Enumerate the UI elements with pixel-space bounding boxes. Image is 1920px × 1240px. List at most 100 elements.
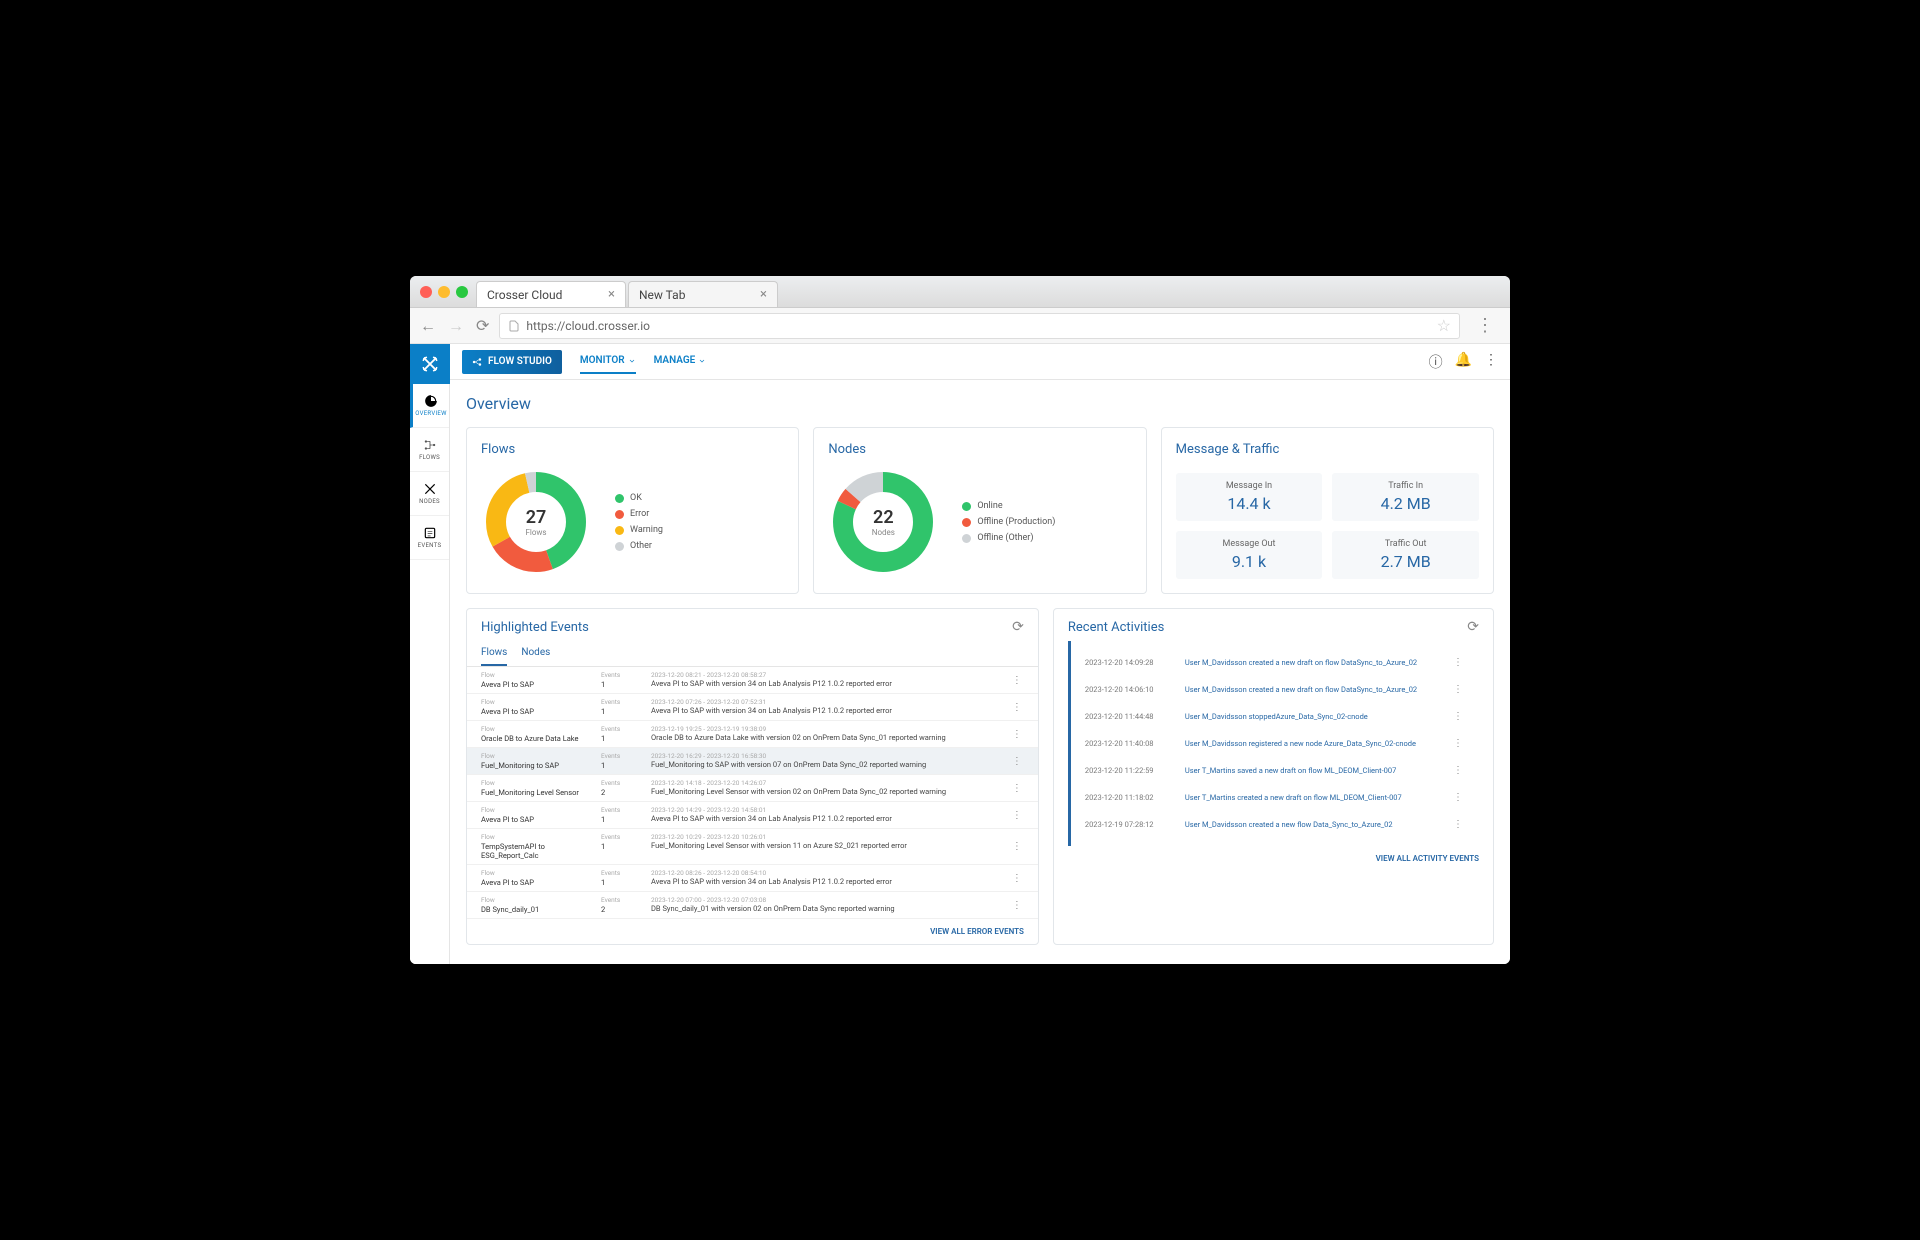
sidebar-item-overview[interactable]: OVERVIEW [410, 384, 449, 428]
more-icon[interactable]: ⋮ [1451, 711, 1465, 722]
event-time: 2023-12-20 07:00 - 2023-12-20 07:03:08 [651, 896, 1010, 904]
browser-tab[interactable]: Crosser Cloud× [476, 281, 626, 307]
more-icon[interactable]: ⋮ [1451, 657, 1465, 668]
event-time: 2023-12-20 07:26 - 2023-12-20 07:52:31 [651, 698, 1010, 706]
event-events-header: Events [601, 869, 651, 877]
event-row[interactable]: FlowOracle DB to Azure Data Lake Events1… [467, 721, 1038, 748]
flow-studio-button[interactable]: FLOW STUDIO [462, 350, 562, 374]
minimize-window-icon[interactable] [438, 286, 450, 298]
more-icon[interactable]: ⋮ [1451, 819, 1465, 830]
browser-tab[interactable]: New Tab× [628, 281, 778, 307]
activity-row[interactable]: 2023-12-20 14:09:28User M_Davidsson crea… [1085, 649, 1465, 676]
activity-row[interactable]: 2023-12-20 11:18:02User T_Martins create… [1085, 784, 1465, 811]
event-flow-header: Flow [481, 752, 601, 760]
close-icon[interactable]: × [608, 287, 615, 302]
refresh-icon[interactable]: ⟳ [1467, 619, 1479, 635]
bookmark-icon[interactable]: ☆ [1437, 316, 1451, 335]
event-row[interactable]: FlowAveva PI to SAP Events1 2023-12-20 0… [467, 865, 1038, 892]
close-icon[interactable]: × [760, 287, 767, 302]
logo[interactable] [410, 344, 450, 384]
activity-desc: User M_Davidsson stoppedAzure_Data_Sync_… [1185, 712, 1451, 721]
sidebar-item-label: FLOWS [419, 454, 440, 461]
sidebar-item-nodes[interactable]: NODES [410, 472, 449, 516]
event-desc: Aveva PI to SAP with version 34 on Lab A… [651, 814, 1010, 823]
addressbar: ← → ⟳ https://cloud.crosser.io ☆ ⋮ [410, 308, 1510, 344]
activity-row[interactable]: 2023-12-19 07:28:12User M_Davidsson crea… [1085, 811, 1465, 838]
event-row[interactable]: FlowAveva PI to SAP Events1 2023-12-20 0… [467, 667, 1038, 694]
browser-tabs: Crosser Cloud×New Tab× [476, 276, 780, 307]
event-desc: Fuel_Monitoring to SAP with version 07 o… [651, 760, 1010, 769]
more-icon[interactable]: ⋮ [1010, 752, 1024, 770]
event-row[interactable]: FlowDB Sync_daily_01 Events2 2023-12-20 … [467, 892, 1038, 919]
sidebar-item-flows[interactable]: FLOWS [410, 428, 449, 472]
event-flow-name: Aveva PI to SAP [481, 815, 601, 824]
more-icon[interactable]: ⋮ [1451, 792, 1465, 803]
legend-dot [962, 534, 971, 543]
browser-menu-icon[interactable]: ⋮ [1470, 315, 1500, 336]
more-icon[interactable]: ⋮ [1010, 698, 1024, 716]
forward-icon[interactable]: → [448, 316, 464, 336]
sub-tab-nodes[interactable]: Nodes [521, 641, 550, 666]
event-row[interactable]: FlowTempSystemAPI to ESG_Report_Calc Eve… [467, 829, 1038, 865]
activity-row[interactable]: 2023-12-20 11:40:08User M_Davidsson regi… [1085, 730, 1465, 757]
flow-icon [423, 438, 437, 452]
metric-box: Message Out9.1 k [1176, 531, 1323, 579]
event-row[interactable]: FlowFuel_Monitoring to SAP Events1 2023-… [467, 748, 1038, 775]
activity-time: 2023-12-20 11:40:08 [1085, 739, 1185, 748]
activities-footer-link[interactable]: VIEW ALL ACTIVITY EVENTS [1054, 846, 1493, 871]
sub-tab-flows[interactable]: Flows [481, 641, 507, 666]
legend-item: Online [962, 501, 1055, 511]
events-list[interactable]: FlowAveva PI to SAP Events1 2023-12-20 0… [467, 667, 1038, 919]
maximize-window-icon[interactable] [456, 286, 468, 298]
url-field[interactable]: https://cloud.crosser.io ☆ [499, 313, 1460, 339]
event-events-header: Events [601, 806, 651, 814]
more-icon[interactable]: ⋮ [1010, 869, 1024, 887]
sidebar-item-label: NODES [419, 498, 440, 505]
activities-panel-title: Recent Activities [1068, 620, 1164, 635]
legend-label: Offline (Other) [977, 533, 1033, 543]
event-flow-name: Fuel_Monitoring Level Sensor [481, 788, 601, 797]
more-icon[interactable]: ⋮ [1010, 833, 1024, 860]
event-flow-header: Flow [481, 896, 601, 904]
more-icon[interactable]: ⋮ [1010, 725, 1024, 743]
notifications-icon[interactable]: 🔔 [1455, 352, 1472, 372]
event-flow-header: Flow [481, 806, 601, 814]
metric-label: Message In [1184, 481, 1315, 491]
event-count: 1 [601, 878, 651, 887]
legend-label: Offline (Production) [977, 517, 1055, 527]
more-icon[interactable]: ⋮ [1010, 779, 1024, 797]
nav-manage[interactable]: MANAGE [654, 349, 707, 374]
events-footer-link[interactable]: VIEW ALL ERROR EVENTS [467, 919, 1038, 944]
nodes-legend: Online Offline (Production) Offline (Other… [962, 501, 1055, 543]
more-icon[interactable]: ⋮ [1010, 806, 1024, 824]
more-icon[interactable]: ⋮ [1451, 738, 1465, 749]
event-time: 2023-12-20 14:29 - 2023-12-20 14:58:01 [651, 806, 1010, 814]
app-menu-icon[interactable]: ⋮ [1484, 352, 1498, 372]
topbar-nav: MONITOR MANAGE [580, 349, 706, 374]
more-icon[interactable]: ⋮ [1010, 671, 1024, 689]
help-icon[interactable]: ⓘ [1429, 352, 1443, 372]
event-row[interactable]: FlowFuel_Monitoring Level Sensor Events2… [467, 775, 1038, 802]
event-flow-header: Flow [481, 869, 601, 877]
refresh-icon[interactable]: ⟳ [1012, 619, 1024, 635]
browser-window: Crosser Cloud×New Tab× ← → ⟳ https://clo… [410, 276, 1510, 964]
topbar-right: ⓘ 🔔 ⋮ [1429, 352, 1498, 372]
event-events-header: Events [601, 671, 651, 679]
more-icon[interactable]: ⋮ [1451, 765, 1465, 776]
close-window-icon[interactable] [420, 286, 432, 298]
sidebar-item-events[interactable]: EVENTS [410, 516, 449, 560]
activity-row[interactable]: 2023-12-20 11:44:48User M_Davidsson stop… [1085, 703, 1465, 730]
more-icon[interactable]: ⋮ [1010, 896, 1024, 914]
back-icon[interactable]: ← [420, 316, 436, 336]
legend-label: Error [630, 509, 649, 519]
event-time: 2023-12-20 14:18 - 2023-12-20 14:26:07 [651, 779, 1010, 787]
more-icon[interactable]: ⋮ [1451, 684, 1465, 695]
nav-label: MONITOR [580, 355, 625, 366]
nav-monitor[interactable]: MONITOR [580, 349, 636, 374]
activity-row[interactable]: 2023-12-20 11:22:59User T_Martins saved … [1085, 757, 1465, 784]
event-row[interactable]: FlowAveva PI to SAP Events1 2023-12-20 1… [467, 802, 1038, 829]
reload-icon[interactable]: ⟳ [476, 316, 489, 336]
metric-value: 2.7 MB [1340, 552, 1471, 571]
event-row[interactable]: FlowAveva PI to SAP Events1 2023-12-20 0… [467, 694, 1038, 721]
activity-row[interactable]: 2023-12-20 14:06:10User M_Davidsson crea… [1085, 676, 1465, 703]
